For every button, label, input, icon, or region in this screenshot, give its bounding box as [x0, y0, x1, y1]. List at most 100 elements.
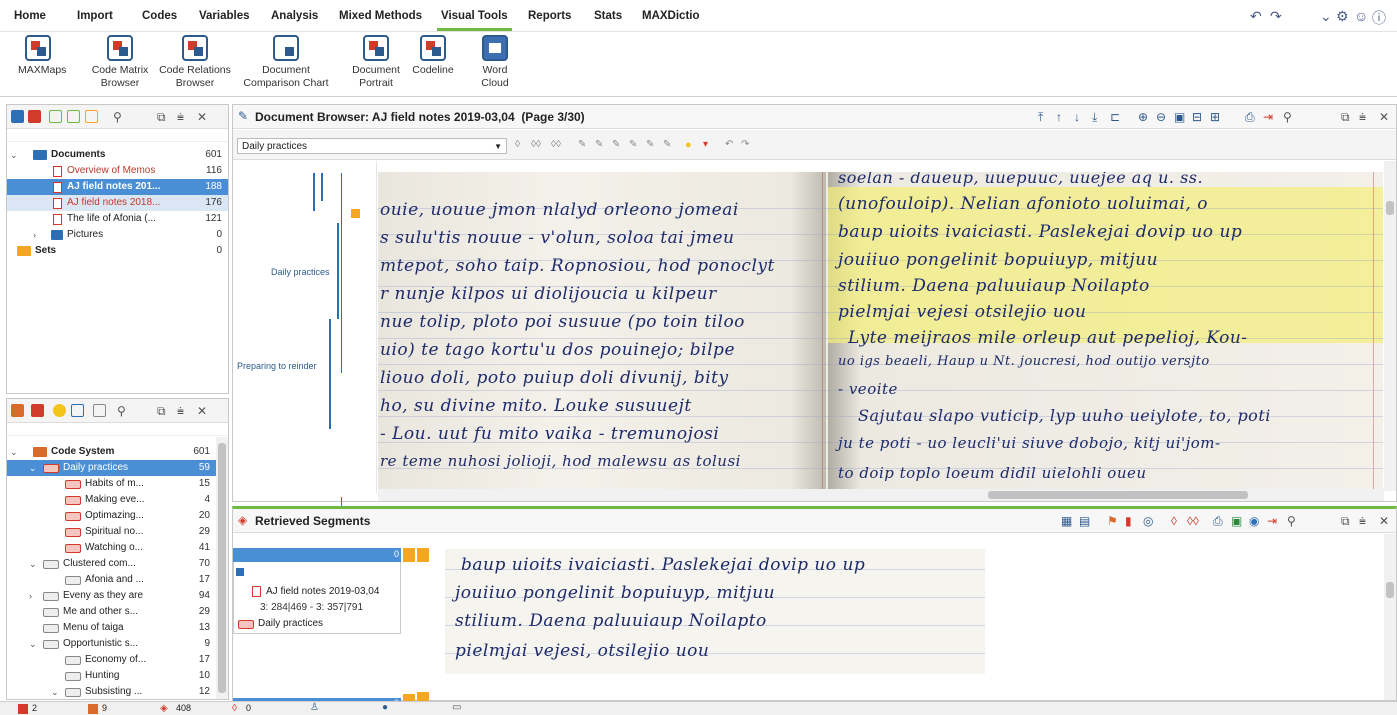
tree-row-pictures[interactable]: › Pictures 0 — [7, 227, 228, 243]
tree-row-sets[interactable]: Sets 0 — [7, 243, 228, 259]
close-icon[interactable]: ✕ — [197, 404, 207, 418]
code-filter-icon[interactable] — [93, 404, 106, 417]
document-set-icon[interactable] — [85, 110, 98, 123]
tree-row-aj-field-notes-2019[interactable]: AJ field notes 201... 188 — [7, 179, 228, 195]
table-view-icon[interactable]: ▦ — [1061, 514, 1072, 528]
bookmark-icon[interactable]: ⊏ — [1110, 110, 1120, 124]
smiley-icon[interactable]: ☺ — [1354, 8, 1368, 24]
first-page-icon[interactable]: ⤒ — [1038, 110, 1043, 125]
memo-icon[interactable]: ▾ — [703, 139, 708, 150]
tree-row-overview-of-memos[interactable]: Overview of Memos 116 — [7, 163, 228, 179]
excel-export-icon[interactable]: ▣ — [1231, 514, 1242, 528]
search-icon[interactable]: ⚲ — [1287, 514, 1296, 528]
tree-row-clustered[interactable]: ⌄ Clustered com... 70 — [7, 556, 216, 572]
document-image[interactable]: ouie, uouue jmon nlalyd orleono jomeai s… — [378, 172, 1383, 489]
profile-status-icon[interactable]: ● — [382, 702, 388, 713]
tree-row-eveny[interactable]: › Eveny as they are 94 — [7, 588, 216, 604]
code-favorites-icon[interactable] — [31, 404, 44, 417]
grid-view-icon[interactable]: ⊞ — [1210, 110, 1220, 124]
menu-tab-home[interactable]: Home — [14, 10, 46, 22]
tree-row-economy-of[interactable]: Economy of... 17 — [7, 652, 216, 668]
menu-tab-codes[interactable]: Codes — [142, 10, 177, 22]
code-bar[interactable] — [341, 173, 342, 373]
code-bar[interactable] — [321, 173, 323, 201]
maxmaps-button[interactable]: MAXMaps — [18, 35, 66, 77]
emoticode-icon[interactable]: ● — [685, 139, 692, 151]
undock-icon[interactable]: ⧉ — [157, 404, 166, 419]
next-page-icon[interactable]: ↓ — [1074, 110, 1080, 124]
filter-icon[interactable]: ⚑ — [1107, 514, 1118, 528]
close-icon[interactable]: ✕ — [1379, 110, 1389, 124]
close-icon[interactable]: ✕ — [197, 110, 207, 124]
undo-icon[interactable]: ↶ — [1250, 8, 1262, 25]
menu-tab-maxdictio[interactable]: MAXDictio — [642, 10, 700, 22]
document-horizontal-scrollbar[interactable] — [378, 489, 1384, 501]
tree-row-life-of-afonia[interactable]: The life of Afonia (... 121 — [7, 211, 228, 227]
new-document-icon[interactable] — [11, 110, 24, 123]
chevron-down-icon[interactable]: ⌄ — [1320, 8, 1332, 25]
overview-icon[interactable]: ◎ — [1143, 514, 1153, 528]
list-view-icon[interactable]: ▤ — [1079, 514, 1090, 528]
document-comparison-chart-button[interactable]: Document Comparison Chart — [240, 35, 332, 90]
tree-row-documents[interactable]: ⌄ Documents 601 — [7, 147, 228, 163]
retrieved-segments-scrollbar[interactable] — [1384, 534, 1396, 700]
expand-caret[interactable]: ⌄ — [29, 460, 37, 476]
tree-row-subsisting[interactable]: ⌄ Subsisting ... 12 — [7, 684, 216, 699]
fit-page-icon[interactable]: ▣ — [1174, 110, 1185, 124]
previous-page-icon[interactable]: ↑ — [1056, 110, 1062, 124]
weights-status-icon[interactable]: ◊ — [232, 703, 237, 714]
expand-caret[interactable]: ⌄ — [29, 636, 37, 652]
segment-code-name[interactable]: Daily practices — [258, 618, 323, 629]
undo-coding-icon[interactable]: ↶ — [725, 139, 733, 150]
export-icon[interactable]: ⇥ — [1267, 514, 1277, 528]
tree-row-daily-practices[interactable]: ⌄ Daily practices 59 — [7, 460, 216, 476]
segments-status-icon[interactable]: ◈ — [160, 703, 168, 714]
segment-document-name[interactable]: AJ field notes 2019-03,04 — [266, 586, 379, 597]
code-matrix-browser-button[interactable]: Code Matrix Browser — [89, 35, 151, 90]
document-vertical-scrollbar[interactable] — [1384, 161, 1396, 491]
undock-icon[interactable]: ⧉ — [1341, 514, 1350, 529]
code-stripe-label[interactable]: Daily practices — [271, 267, 330, 277]
expand-caret[interactable]: ⌄ — [10, 147, 18, 163]
collapse-icon[interactable]: ⩧ — [177, 404, 184, 419]
document-portrait-button[interactable]: Document Portrait — [351, 35, 401, 90]
code-bar[interactable] — [313, 173, 315, 211]
menu-tab-import[interactable]: Import — [77, 10, 113, 22]
expand-caret[interactable]: › — [29, 588, 32, 604]
codes-status-icon[interactable] — [88, 704, 98, 714]
codeline-button[interactable]: Codeline — [409, 35, 457, 77]
highlight-color-1-icon[interactable]: ✎ — [578, 139, 586, 150]
last-page-icon[interactable]: ⤓ — [1092, 110, 1097, 125]
memo-marker[interactable] — [351, 209, 360, 218]
zoom-out-icon[interactable]: ⊖ — [1156, 110, 1166, 124]
code-bar[interactable] — [329, 319, 331, 429]
search-icon[interactable]: ⚲ — [117, 404, 126, 418]
code-dropdown[interactable]: Daily practices ▼ — [237, 138, 507, 154]
search-icon[interactable]: ⚲ — [1283, 110, 1292, 124]
print-icon[interactable]: ⎙ — [1245, 110, 1255, 125]
tree-row-aj-field-notes-2018[interactable]: AJ field notes 2018... 176 — [7, 195, 228, 211]
code-icon[interactable]: ◊ — [1171, 514, 1177, 528]
tree-row-menu-of-taiga[interactable]: Menu of taiga 13 — [7, 620, 216, 636]
menu-tab-mixed-methods[interactable]: Mixed Methods — [339, 10, 422, 22]
activate-all-icon[interactable] — [67, 110, 80, 123]
import-icon[interactable] — [28, 110, 41, 123]
expand-caret[interactable]: ⌄ — [10, 444, 18, 460]
gear-icon[interactable]: ⚙ — [1336, 8, 1349, 25]
in-vivo-icon[interactable]: ◊◊ — [531, 139, 541, 150]
edit-document-icon[interactable]: ✎ — [238, 109, 248, 123]
highlight-color-5-icon[interactable]: ✎ — [646, 139, 654, 150]
menu-tab-stats[interactable]: Stats — [594, 10, 622, 22]
expand-caret[interactable]: ⌄ — [29, 556, 37, 572]
menu-tab-reports[interactable]: Reports — [528, 10, 571, 22]
undock-icon[interactable]: ⧉ — [1341, 110, 1350, 125]
code-bar[interactable] — [337, 223, 339, 319]
collapse-icon[interactable]: ⩧ — [1359, 514, 1366, 529]
highlight-color-3-icon[interactable]: ✎ — [612, 139, 620, 150]
expand-caret[interactable]: › — [33, 227, 36, 243]
documents-status-icon[interactable] — [18, 704, 28, 714]
code-relations-browser-button[interactable]: Code Relations Browser — [157, 35, 233, 90]
new-code-icon[interactable] — [11, 404, 24, 417]
tree-row-habits[interactable]: Habits of m... 15 — [7, 476, 216, 492]
zoom-in-icon[interactable]: ⊕ — [1138, 110, 1148, 124]
